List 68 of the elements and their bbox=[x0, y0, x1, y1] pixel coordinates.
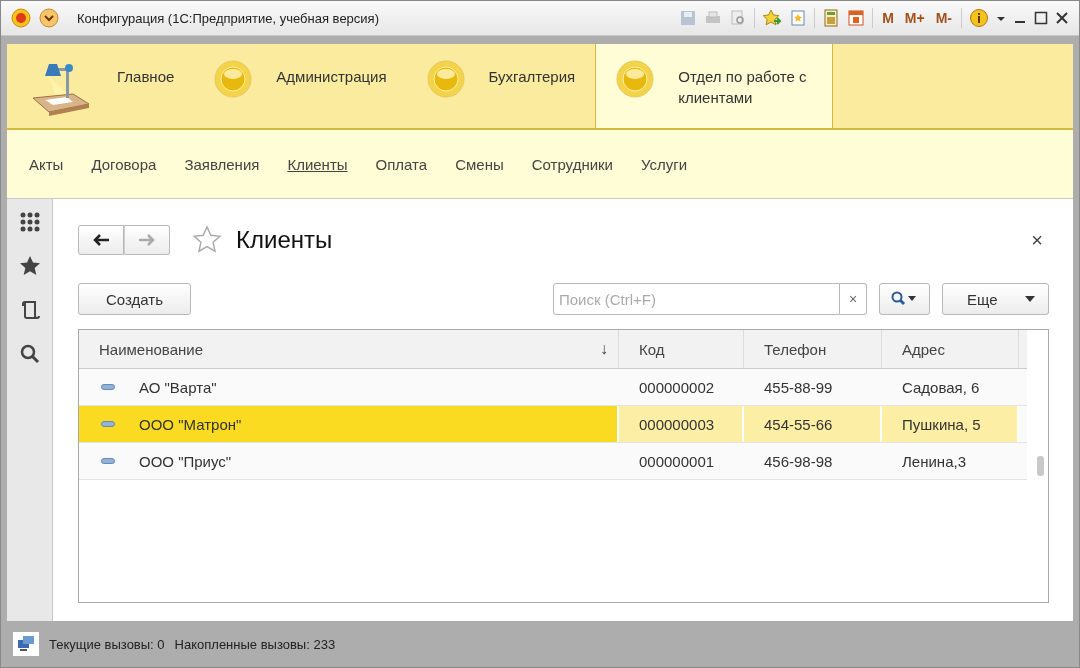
scrollbar-thumb[interactable] bbox=[1037, 456, 1044, 476]
nav-link[interactable]: Заявления bbox=[184, 155, 260, 173]
table-cell: ООО "Приус" bbox=[139, 452, 232, 470]
right-arrow-icon bbox=[138, 233, 156, 247]
form-title: Клиенты bbox=[236, 226, 333, 254]
sphere-icon bbox=[214, 60, 253, 98]
item-icon bbox=[101, 458, 115, 464]
table-cell-text: Ленина,3 bbox=[901, 451, 967, 472]
table-row[interactable]: ООО "Приус" 000000001 456-98-98 Ленина,3 bbox=[79, 443, 1027, 480]
search-options-button[interactable] bbox=[879, 283, 930, 315]
column-header[interactable]: Код bbox=[619, 330, 744, 368]
nav-link[interactable]: Смены bbox=[455, 155, 504, 173]
table-cell: АО "Варта" bbox=[139, 378, 217, 396]
close-icon[interactable] bbox=[1055, 11, 1069, 25]
create-button[interactable]: Создать bbox=[78, 283, 191, 315]
caret-icon bbox=[1024, 295, 1036, 303]
table-cell-text: Садовая, 6 bbox=[901, 377, 981, 398]
table-row[interactable]: АО "Варта" 000000002 455-88-99 Садовая, 6 bbox=[79, 369, 1027, 406]
search-field[interactable]: Поиск (Ctrl+F) bbox=[553, 283, 840, 315]
maximize-icon[interactable] bbox=[1034, 11, 1048, 25]
clear-button[interactable]: × bbox=[840, 283, 867, 315]
nav-link[interactable]: Договора bbox=[91, 155, 157, 173]
memory-button[interactable]: M- bbox=[933, 10, 954, 26]
back-button[interactable] bbox=[78, 225, 124, 255]
info-icon[interactable] bbox=[969, 8, 989, 28]
dropdown-icon[interactable] bbox=[39, 8, 59, 28]
calculator-icon[interactable] bbox=[822, 9, 841, 27]
close-button[interactable]: × bbox=[1025, 227, 1049, 253]
item-icon bbox=[101, 421, 115, 427]
nav-link[interactable]: Акты bbox=[29, 155, 64, 173]
section-tab[interactable]: Отдел по работе с клиентами bbox=[595, 44, 834, 128]
nav-link[interactable]: Сотрудники bbox=[531, 155, 613, 173]
table-cell: 454-55-66 bbox=[744, 406, 882, 442]
table-cell-text: 456-98-98 bbox=[763, 451, 834, 472]
nav-link[interactable]: Услуги bbox=[641, 155, 688, 173]
app-logo-icon[interactable] bbox=[11, 8, 31, 28]
table-cell: Пушкина, 5 bbox=[882, 406, 1019, 442]
column-header[interactable]: Наименование ↓ bbox=[79, 330, 619, 368]
section-tab[interactable]: Бухгалтерия bbox=[406, 44, 596, 128]
star-arrow-icon[interactable] bbox=[762, 9, 783, 27]
table-row[interactable]: ООО "Матрон" 000000003 454-55-66 Пушкина, 5 bbox=[79, 406, 1027, 443]
item-icon bbox=[101, 384, 115, 390]
more-button[interactable]: Еще bbox=[942, 283, 1049, 315]
search-icon[interactable] bbox=[18, 343, 41, 365]
left-arrow-icon bbox=[92, 233, 110, 247]
memory-button[interactable]: M+ bbox=[902, 10, 927, 26]
column-header[interactable]: Телефон bbox=[744, 330, 882, 368]
table-cell-text: 000000001 bbox=[638, 451, 716, 472]
calendar-icon[interactable] bbox=[847, 9, 866, 27]
network-computers-icon[interactable] bbox=[13, 632, 39, 656]
nav-link[interactable]: Оплата bbox=[375, 155, 428, 173]
table-cell-text: 000000002 bbox=[638, 377, 716, 398]
column-header[interactable]: Адрес bbox=[882, 330, 1019, 368]
table-cell: 000000003 bbox=[619, 406, 744, 442]
status-text: Текущие вызовы: 0 bbox=[49, 636, 165, 652]
star-icon[interactable] bbox=[18, 255, 41, 277]
nav-link[interactable]: Клиенты bbox=[287, 155, 348, 173]
memory-button[interactable]: M bbox=[880, 10, 896, 26]
grid-menu-icon[interactable] bbox=[18, 211, 41, 233]
sphere-icon bbox=[616, 60, 655, 98]
table-cell: ООО "Матрон" bbox=[139, 415, 242, 433]
star-outline-icon[interactable] bbox=[192, 225, 222, 255]
status-text: Накопленные вызовы: 233 bbox=[174, 636, 336, 652]
section-tab[interactable]: Главное bbox=[7, 44, 195, 128]
window-title: Конфигурация (1С:Предприятие, учебная версия) bbox=[77, 10, 379, 26]
sphere-icon bbox=[426, 60, 465, 98]
section-tab[interactable]: Администрация bbox=[194, 44, 407, 128]
table-cell-text: 455-88-99 bbox=[763, 377, 834, 398]
